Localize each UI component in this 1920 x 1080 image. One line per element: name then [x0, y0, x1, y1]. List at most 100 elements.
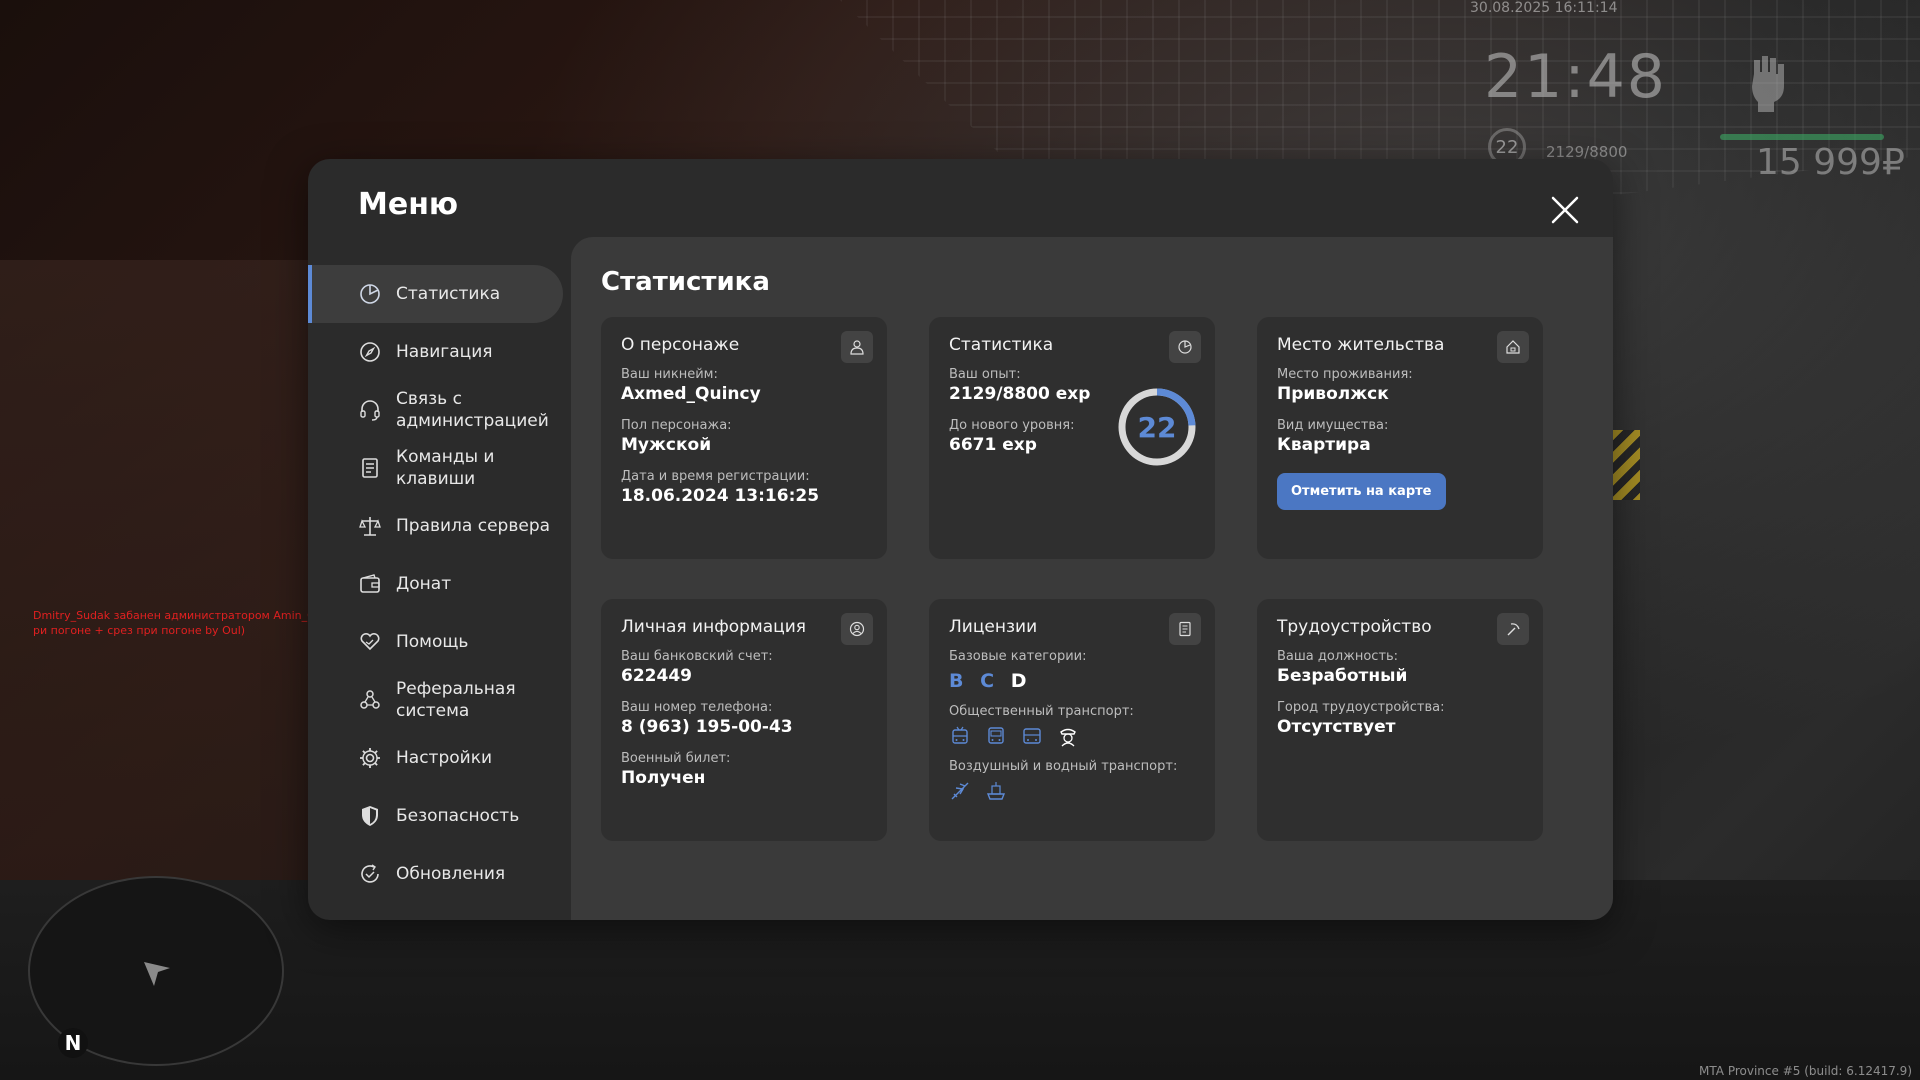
card-icon-box: [1497, 331, 1529, 363]
property-type-value: Квартира: [1277, 435, 1371, 455]
public-transport-label: Общественный транспорт:: [949, 704, 1134, 719]
card-personal-info: Личная информация Ваш банковский счет: 6…: [601, 599, 887, 841]
mark-on-map-button[interactable]: Отметить на карте: [1277, 473, 1446, 510]
card-icon-box: [841, 613, 873, 645]
air-water-transport-icons: [949, 780, 1195, 802]
sidebar-item-label: Реферальная система: [396, 679, 516, 721]
background-wall: [0, 260, 330, 920]
military-id-value: Получен: [621, 768, 706, 788]
card-licenses: Лицензии Базовые категории: B C D Общест…: [929, 599, 1215, 841]
sidebar-item-updates[interactable]: Обновления: [308, 845, 563, 903]
minimap-north-label: N: [58, 1028, 88, 1058]
nickname-value: Axmed_Quincy: [621, 384, 761, 404]
shield-icon: [362, 806, 378, 826]
sidebar-item-label: Помощь: [396, 632, 469, 652]
license-document-icon: [1179, 621, 1191, 637]
sidebar-item-label: Настройки: [396, 748, 493, 768]
license-category-c: C: [980, 670, 995, 692]
people-network-icon: [360, 690, 380, 709]
air-water-transport-label: Воздушный и водный транспорт:: [949, 759, 1178, 774]
sidebar-item-settings[interactable]: Настройки: [308, 729, 563, 787]
nickname-label: Ваш никнейм:: [621, 367, 718, 382]
card-character: О персонаже Ваш никнейм: Axmed_Quincy По…: [601, 317, 887, 559]
bus-icon: [988, 727, 1004, 744]
card-title: Место жительства: [1277, 335, 1445, 355]
tram-icon: [1023, 728, 1041, 744]
sidebar-item-admin-contact[interactable]: Связь с администрацией: [308, 381, 563, 439]
hud-health-bar: [1720, 134, 1884, 140]
card-title: О персонаже: [621, 335, 740, 355]
content-panel: Статистика О персонаже Ваш никнейм: Axme…: [571, 237, 1613, 920]
sidebar-item-referral[interactable]: Реферальная система: [308, 671, 563, 729]
residence-place-label: Место проживания:: [1277, 367, 1413, 382]
document-list-icon: [362, 458, 378, 478]
pie-chart-icon: [1178, 340, 1192, 354]
hud-money: 15 999₽: [1756, 142, 1905, 183]
wallet-icon: [360, 574, 380, 593]
content-title: Статистика: [601, 267, 770, 297]
sidebar-item-label: Безопасность: [396, 806, 520, 826]
sidebar-item-help[interactable]: Помощь: [308, 613, 563, 671]
card-icon-box: [1169, 613, 1201, 645]
scales-icon: [359, 517, 381, 536]
build-info: MTA Province #5 (build: 6.12417.9): [1699, 1064, 1912, 1078]
sidebar-item-navigation[interactable]: Навигация: [308, 323, 563, 381]
user-icon: [850, 340, 864, 355]
gender-value: Мужской: [621, 435, 712, 455]
background-warning-stripes: [1612, 430, 1640, 500]
boat-icon: [986, 782, 1006, 800]
sidebar-item-rules[interactable]: Правила сервера: [308, 497, 563, 555]
heart-hand-icon: [360, 632, 380, 651]
pie-chart-icon: [360, 284, 380, 304]
sidebar: Статистика Навигация Связь с администрац…: [308, 265, 563, 903]
sidebar-item-label: Правила сервера: [396, 516, 551, 536]
refresh-check-icon: [361, 864, 379, 883]
hud-datetime: 30.08.2025 16:11:14: [1470, 0, 1618, 16]
sidebar-item-security[interactable]: Безопасность: [308, 787, 563, 845]
fist-icon: [1752, 56, 1784, 112]
pickaxe-icon: [1507, 623, 1520, 636]
card-icon-box: [841, 331, 873, 363]
base-categories-label: Базовые категории:: [949, 649, 1087, 664]
sidebar-item-label: Навигация: [396, 342, 493, 362]
card-employment: Трудоустройство Ваша должность: Безработ…: [1257, 599, 1543, 841]
compass-icon: [360, 342, 380, 362]
license-category-b: B: [949, 670, 964, 692]
card-title: Лицензии: [949, 617, 1038, 637]
card-title: Статистика: [949, 335, 1054, 355]
job-position-label: Ваша должность:: [1277, 649, 1399, 664]
taxi-driver-icon: [1060, 728, 1076, 747]
job-city-value: Отсутствует: [1277, 717, 1396, 737]
sidebar-item-label: Донат: [396, 574, 452, 594]
residence-place-value: Приволжск: [1277, 384, 1389, 404]
sidebar-item-label: Обновления: [396, 864, 506, 884]
airplane-icon: [951, 782, 969, 800]
close-icon[interactable]: [1548, 193, 1582, 227]
registration-value: 18.06.2024 13:16:25: [621, 486, 820, 506]
property-type-label: Вид имущества:: [1277, 418, 1389, 433]
card-title: Трудоустройство: [1277, 617, 1432, 637]
menu-title: Меню: [358, 187, 459, 222]
hud-clock: 21:48: [1484, 42, 1667, 112]
house-icon: [1506, 340, 1520, 354]
sidebar-item-commands[interactable]: Команды и клавиши: [308, 439, 563, 497]
sidebar-item-label: Статистика: [396, 284, 501, 304]
card-icon-box: [1497, 613, 1529, 645]
card-icon-box: [1169, 331, 1201, 363]
sidebar-item-label: Команды и клавиши: [396, 447, 495, 489]
sidebar-item-statistics[interactable]: Статистика: [308, 265, 563, 323]
phone-value: 8 (963) 195-00-43: [621, 717, 793, 737]
bank-account-label: Ваш банковский счет:: [621, 649, 773, 664]
license-category-d: D: [1010, 670, 1027, 692]
exp-label: Ваш опыт:: [949, 367, 1021, 382]
card-title: Личная информация: [621, 617, 807, 637]
player-arrow-icon: [144, 962, 170, 986]
sidebar-item-donate[interactable]: Донат: [308, 555, 563, 613]
phone-label: Ваш номер телефона:: [621, 700, 773, 715]
bank-account-value: 622449: [621, 666, 692, 686]
level-number: 22: [1137, 410, 1177, 444]
license-categories: B C D: [949, 670, 1195, 692]
sidebar-item-label: Связь с администрацией: [396, 389, 549, 431]
menu-window: Меню Статистика Навигация Связь с админи…: [308, 159, 1613, 920]
gear-icon: [360, 748, 380, 768]
